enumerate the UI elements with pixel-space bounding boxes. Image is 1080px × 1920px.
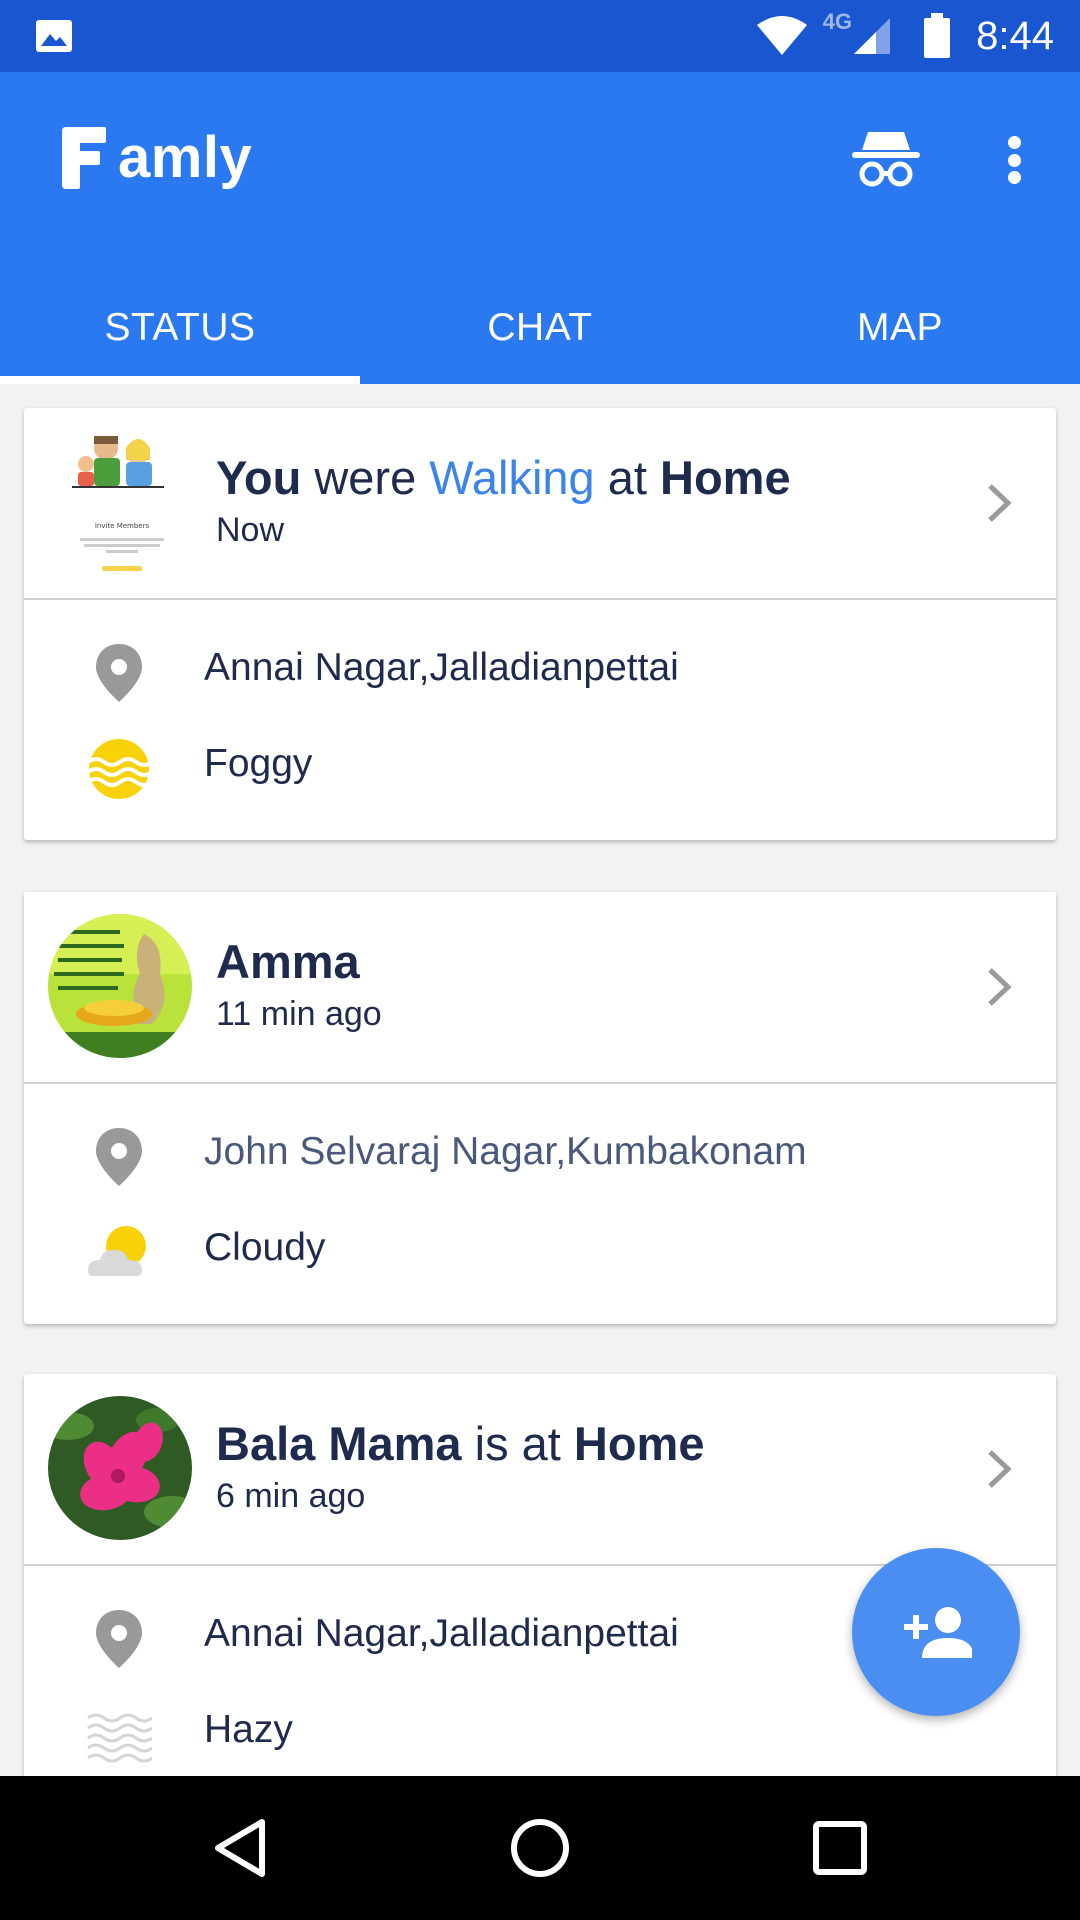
- location-text: Annai Nagar,Jalladianpettai: [204, 1612, 679, 1655]
- status-card: Invite Members You were Walking at Home …: [24, 408, 1056, 840]
- app-title: amly: [118, 125, 253, 190]
- wifi-icon: [756, 16, 807, 55]
- chevron-right-icon[interactable]: [986, 966, 1012, 1008]
- system-nav-bar: [0, 1776, 1080, 1920]
- tab-chat[interactable]: CHAT: [360, 272, 720, 384]
- network-type-label: 4G: [822, 9, 853, 34]
- card-details: John Selvaraj Nagar,Kumbakonam Cloudy: [24, 1084, 1056, 1324]
- add-member-button[interactable]: [852, 1548, 1020, 1716]
- battery-icon: [924, 13, 951, 58]
- incognito-icon[interactable]: [852, 128, 920, 190]
- status-prep: at: [594, 451, 661, 504]
- weather-row: Cloudy: [24, 1210, 1056, 1290]
- weather-text: Cloudy: [204, 1226, 326, 1269]
- more-options-icon[interactable]: [1000, 130, 1028, 190]
- cell-signal-icon: [854, 18, 891, 54]
- card-title: Amma 11 min ago: [216, 934, 382, 1034]
- status-time: 6 min ago: [216, 1477, 366, 1515]
- member-name: You: [216, 451, 302, 504]
- location-pin-icon: [96, 1610, 142, 1668]
- card-title: Bala Mama is at Home 6 min ago: [216, 1416, 704, 1516]
- app-logo: amly: [58, 124, 252, 191]
- recents-icon[interactable]: [804, 1812, 876, 1884]
- image-notification-icon: [36, 20, 72, 52]
- chevron-right-icon[interactable]: [986, 1448, 1012, 1490]
- location-pin-icon: [96, 1128, 142, 1186]
- activity-label: Walking: [429, 451, 595, 504]
- status-verb: is at: [461, 1417, 574, 1470]
- clock: 8:44: [976, 13, 1054, 58]
- app-bar: amly STATUS CHAT MAP: [0, 72, 1080, 384]
- place-label: Home: [660, 451, 791, 504]
- status-time: Now: [216, 511, 285, 549]
- invite-members-text: Invite Members: [95, 522, 150, 530]
- card-header[interactable]: Invite Members You were Walking at Home …: [24, 408, 1056, 600]
- location-pin-icon: [96, 644, 142, 702]
- member-avatar: [48, 1396, 192, 1540]
- card-header[interactable]: Bala Mama is at Home 6 min ago: [24, 1374, 1056, 1566]
- tab-bar: STATUS CHAT MAP: [0, 272, 1080, 384]
- place-label: Home: [573, 1417, 705, 1470]
- location-text: Annai Nagar,Jalladianpettai: [204, 646, 679, 689]
- chevron-right-icon[interactable]: [986, 482, 1012, 524]
- status-bar: 4G 8:44: [0, 0, 1080, 72]
- back-icon[interactable]: [204, 1812, 276, 1884]
- fog-sun-icon: [86, 739, 152, 799]
- card-details: Annai Nagar,Jalladianpettai Foggy: [24, 600, 1056, 840]
- weather-text: Hazy: [204, 1708, 293, 1751]
- card-title: You were Walking at Home Now: [216, 450, 791, 550]
- haze-icon: [87, 1713, 152, 1763]
- invite-members-avatar: Invite Members: [66, 430, 178, 580]
- location-text: John Selvaraj Nagar,Kumbakonam: [204, 1130, 807, 1173]
- location-row: Annai Nagar,Jalladianpettai: [24, 630, 1056, 710]
- home-icon[interactable]: [504, 1812, 576, 1884]
- active-tab-indicator: [0, 376, 360, 384]
- location-row: John Selvaraj Nagar,Kumbakonam: [24, 1114, 1056, 1194]
- member-name: Bala Mama: [216, 1417, 462, 1470]
- weather-row: Foggy: [24, 726, 1056, 806]
- tab-status[interactable]: STATUS: [0, 272, 360, 384]
- status-time: 11 min ago: [216, 995, 382, 1033]
- tab-map[interactable]: MAP: [720, 272, 1080, 384]
- weather-text: Foggy: [204, 742, 313, 785]
- partly-cloudy-icon: [88, 1226, 146, 1276]
- member-avatar: [48, 914, 192, 1058]
- status-verb: were: [301, 451, 430, 504]
- card-header[interactable]: Amma 11 min ago: [24, 892, 1056, 1084]
- member-name: Amma: [216, 935, 360, 988]
- status-card: Amma 11 min ago John Selvaraj Nagar,Kumb…: [24, 892, 1056, 1324]
- add-person-icon: [904, 1607, 972, 1658]
- logo-f-icon: [62, 126, 106, 189]
